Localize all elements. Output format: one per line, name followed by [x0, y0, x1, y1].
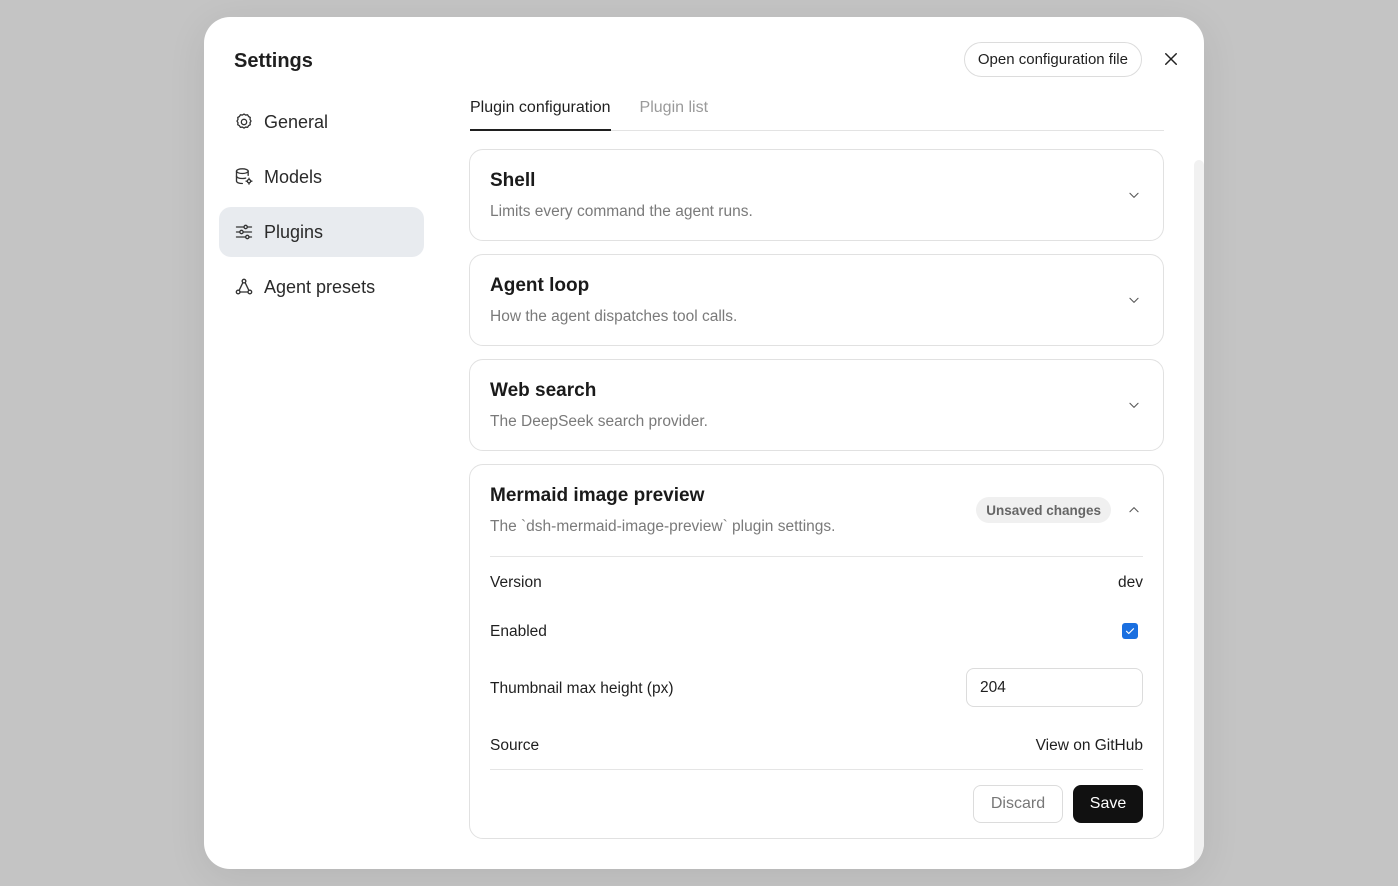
divider: [490, 556, 1143, 557]
scrollbar[interactable]: [1194, 160, 1204, 869]
plugin-description: The `dsh-mermaid-image-preview` plugin s…: [490, 518, 836, 535]
divider: [490, 769, 1143, 770]
plugin-description: The DeepSeek search provider.: [490, 413, 708, 430]
thumbnail-height-label: Thumbnail max height (px): [490, 680, 674, 697]
thumbnail-height-input[interactable]: [966, 668, 1143, 707]
sidebar-item-label: Agent presets: [264, 276, 376, 297]
close-button[interactable]: [1160, 48, 1182, 70]
plugin-card-shell[interactable]: Shell Limits every command the agent run…: [469, 149, 1164, 241]
plugin-card-agent-loop[interactable]: Agent loop How the agent dispatches tool…: [469, 254, 1164, 346]
sidebar-item-label: General: [264, 111, 329, 132]
tab-plugin-list[interactable]: Plugin list: [640, 97, 708, 131]
sidebar-item-general[interactable]: General: [219, 97, 424, 147]
database-icon: [234, 167, 254, 187]
plugin-card-mermaid-image-preview: Mermaid image preview The `dsh-mermaid-i…: [469, 464, 1164, 839]
sidebar-item-label: Plugins: [264, 221, 324, 242]
source-label: Source: [490, 737, 540, 754]
enabled-checkbox[interactable]: [1122, 623, 1138, 639]
settings-modal: Settings General Models Plugins Agent pr…: [204, 17, 1204, 869]
tab-bar: Plugin configuration Plugin list: [470, 97, 1164, 131]
sidebar-item-label: Models: [264, 166, 323, 187]
sliders-icon: [234, 222, 254, 242]
tab-plugin-configuration[interactable]: Plugin configuration: [470, 97, 611, 131]
plugin-title: Agent loop: [490, 275, 590, 296]
settings-title: Settings: [234, 50, 313, 72]
plugin-card-web-search[interactable]: Web search The DeepSeek search provider.: [469, 359, 1164, 451]
version-label: Version: [490, 574, 542, 591]
plugin-description: Limits every command the agent runs.: [490, 203, 753, 220]
chevron-down-icon[interactable]: [1125, 291, 1143, 309]
plugin-title: Mermaid image preview: [490, 485, 705, 506]
chevron-down-icon[interactable]: [1125, 186, 1143, 204]
chevron-up-icon[interactable]: [1125, 501, 1143, 519]
gear-icon: [234, 112, 254, 132]
chevron-down-icon[interactable]: [1125, 396, 1143, 414]
save-button[interactable]: Save: [1073, 785, 1143, 823]
plugin-title: Shell: [490, 170, 536, 191]
plugin-description: How the agent dispatches tool calls.: [490, 308, 738, 325]
enabled-label: Enabled: [490, 623, 547, 640]
checkmark-icon: [1124, 625, 1136, 637]
sidebar: General Models Plugins Agent presets: [219, 97, 424, 317]
close-icon: [1162, 50, 1180, 68]
discard-button[interactable]: Discard: [973, 785, 1063, 823]
open-config-button[interactable]: Open configuration file: [963, 42, 1142, 77]
plugin-title: Web search: [490, 380, 597, 401]
unsaved-changes-badge: Unsaved changes: [976, 497, 1111, 523]
sidebar-item-plugins[interactable]: Plugins: [219, 207, 424, 257]
sidebar-item-agent-presets[interactable]: Agent presets: [219, 262, 424, 312]
sidebar-item-models[interactable]: Models: [219, 152, 424, 202]
agent-icon: [234, 277, 254, 297]
version-value: dev: [1118, 574, 1143, 591]
view-on-github-link[interactable]: View on GitHub: [1036, 737, 1143, 755]
